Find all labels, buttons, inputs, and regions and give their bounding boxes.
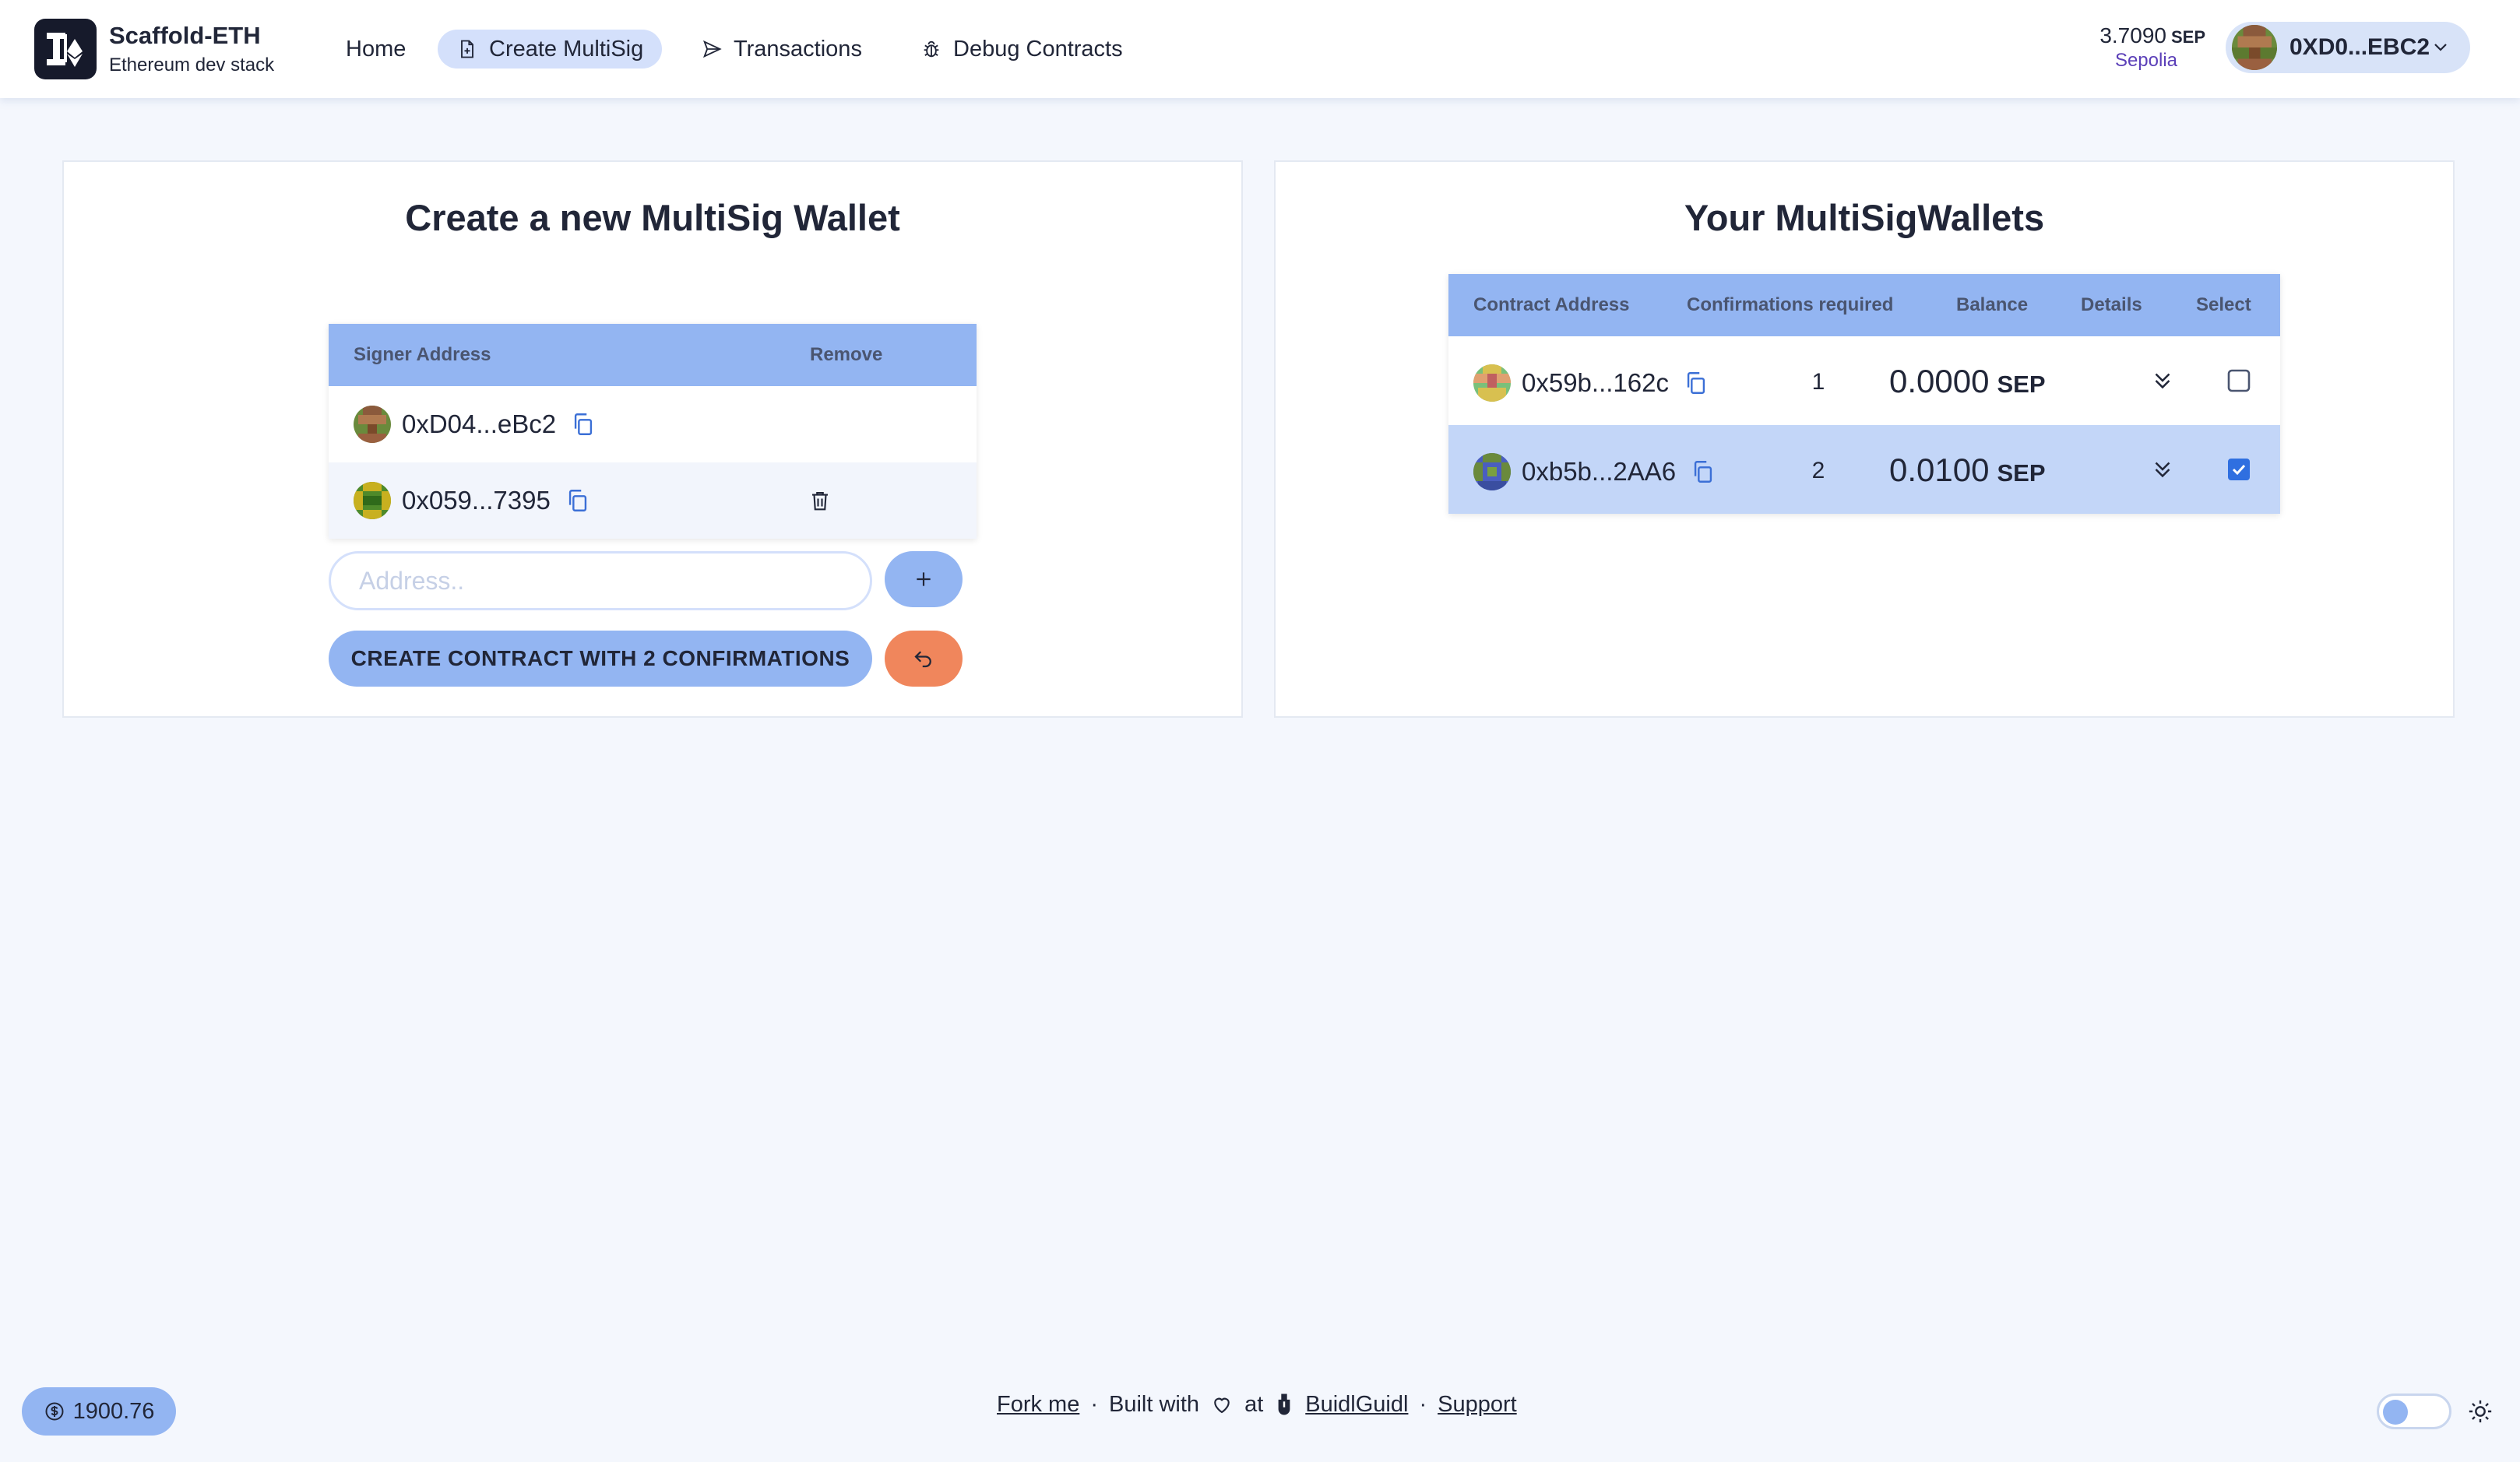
table-row: 0x059...7395	[329, 462, 977, 539]
signer-address-header: Signer Address	[354, 344, 491, 365]
wallet-balance-unit: SEP	[2170, 27, 2205, 47]
nav-debug-contracts-label: Debug Contracts	[953, 36, 1123, 62]
nav-home[interactable]: Home	[327, 30, 424, 69]
account-dropdown-button[interactable]: 0XD0...EBC2	[2226, 22, 2470, 73]
wallet-balance-value: 3.7090	[2099, 23, 2166, 47]
fork-me-link[interactable]: Fork me	[997, 1392, 1079, 1418]
trash-icon[interactable]	[808, 487, 832, 514]
reset-signers-button[interactable]	[885, 631, 963, 687]
document-plus-icon	[461, 40, 473, 58]
at-text: at	[1244, 1391, 1264, 1417]
confirmations-header: Confirmations required	[1687, 294, 1894, 315]
nav-transactions[interactable]: Transactions	[682, 30, 881, 69]
theme-toggle-knob	[2383, 1400, 2408, 1425]
copy-icon[interactable]	[1683, 370, 1709, 396]
plus-icon	[917, 572, 931, 586]
select-checkbox-checked[interactable]	[2227, 458, 2251, 481]
wallet-address: 0xb5b...2AA6	[1473, 453, 1716, 490]
wallets-table-header: Contract Address Confirmations required …	[1448, 274, 2280, 336]
nav-home-label: Home	[346, 36, 407, 62]
scaffold-eth-logo[interactable]	[34, 19, 97, 79]
wallet-avatar	[1473, 364, 1511, 402]
theme-toggle[interactable]	[2377, 1393, 2451, 1429]
remove-header: Remove	[810, 344, 883, 365]
chevron-down-icon	[2434, 44, 2447, 51]
account-address: 0XD0...EBC2	[2289, 34, 2430, 60]
heart-icon	[1214, 1397, 1230, 1414]
footer-separator: ·	[1090, 1391, 1099, 1417]
signer-address-input[interactable]	[329, 551, 872, 610]
table-row[interactable]: 0x59b...162c 1 0.0000 SEP	[1448, 336, 2280, 425]
bug-icon	[924, 40, 939, 58]
paper-plane-icon	[702, 40, 722, 58]
copy-icon[interactable]	[570, 411, 597, 438]
add-signer-button[interactable]	[885, 551, 963, 607]
wallets-table: Contract Address Confirmations required …	[1448, 274, 2280, 514]
signer-address-text: 0xD04...eBc2	[402, 409, 557, 438]
eth-price-badge[interactable]: 1900.76	[22, 1387, 176, 1436]
table-row: 0xD04...eBc2	[329, 386, 977, 462]
create-multisig-title: Create a new MultiSig Wallet	[405, 197, 900, 238]
brand-name[interactable]: Scaffold-ETH	[109, 22, 261, 50]
signer-address-text: 0x059...7395	[402, 486, 551, 515]
your-multisig-wallets-title: Your MultiSigWallets	[1684, 197, 2045, 238]
sun-icon	[2469, 1400, 2492, 1423]
account-avatar	[2232, 25, 2277, 70]
signer-address: 0xD04...eBc2	[354, 406, 597, 443]
wallet-balance-unit: SEP	[1997, 459, 2046, 487]
support-link[interactable]: Support	[1438, 1392, 1517, 1418]
confirmations-value: 2	[1811, 458, 1825, 483]
footer-separator: ·	[1419, 1391, 1427, 1417]
wallet-balance-cell: 0.0000 SEP	[1889, 363, 2046, 400]
app-root: Scaffold-ETH Ethereum dev stack Home Cre…	[0, 0, 2520, 1462]
nav-debug-contracts[interactable]: Debug Contracts	[902, 30, 1142, 69]
chevron-double-down-icon[interactable]	[2149, 456, 2176, 483]
built-with-text: Built with	[1109, 1391, 1200, 1417]
wallet-address: 0x59b...162c	[1473, 364, 1709, 402]
copy-icon[interactable]	[1690, 459, 1716, 485]
eth-price-value: 1900.76	[72, 1398, 155, 1424]
balance-header: Balance	[1956, 294, 2029, 315]
wallet-avatar	[1473, 453, 1511, 490]
nav-create-multisig[interactable]: Create MultiSig	[438, 30, 663, 69]
wallet-balance-unit: SEP	[1997, 371, 2046, 398]
select-checkbox[interactable]	[2227, 369, 2251, 392]
undo-icon	[914, 651, 931, 668]
signer-avatar	[354, 482, 391, 519]
buidlguidl-castle-icon	[1278, 1393, 1290, 1415]
brand-subtitle: Ethereum dev stack	[109, 54, 275, 76]
top-navbar: Scaffold-ETH Ethereum dev stack Home Cre…	[0, 0, 2520, 98]
confirmations-value: 1	[1811, 369, 1825, 395]
signer-table-header: Signer Address Remove	[329, 324, 977, 386]
nav-transactions-label: Transactions	[734, 36, 862, 62]
create-contract-button[interactable]: CREATE CONTRACT WITH 2 CONFIRMATIONS	[329, 631, 872, 687]
signer-avatar	[354, 406, 391, 443]
table-row[interactable]: 0xb5b...2AA6 2 0.0100 SEP	[1448, 425, 2280, 514]
wallet-balance-amount: 0.0100	[1889, 452, 1990, 488]
contract-address-header: Contract Address	[1473, 294, 1630, 315]
wallet-address-text: 0xb5b...2AA6	[1522, 457, 1677, 486]
wallet-balance-amount: 0.0000	[1889, 363, 1990, 399]
network-name: Sepolia	[2114, 50, 2177, 71]
wallet-balance-cell: 0.0100 SEP	[1889, 452, 2046, 489]
wallet-balance: 3.7090 SEP	[2099, 23, 2205, 48]
details-header: Details	[2081, 294, 2142, 315]
footer-links: Fork me · Built with at BuidlGuidl · Sup…	[997, 1389, 1517, 1420]
select-header: Select	[2196, 294, 2251, 315]
copy-icon[interactable]	[565, 487, 591, 514]
wallet-address-text: 0x59b...162c	[1522, 368, 1669, 397]
signer-table: Signer Address Remove 0xD04...eBc2 0x059…	[329, 324, 977, 539]
dollar-icon	[45, 1402, 64, 1421]
nav-create-multisig-label: Create MultiSig	[489, 36, 644, 62]
chevron-double-down-icon[interactable]	[2149, 367, 2176, 394]
signer-address: 0x059...7395	[354, 482, 591, 519]
buidlguidl-link[interactable]: BuidlGuidl	[1305, 1392, 1408, 1418]
